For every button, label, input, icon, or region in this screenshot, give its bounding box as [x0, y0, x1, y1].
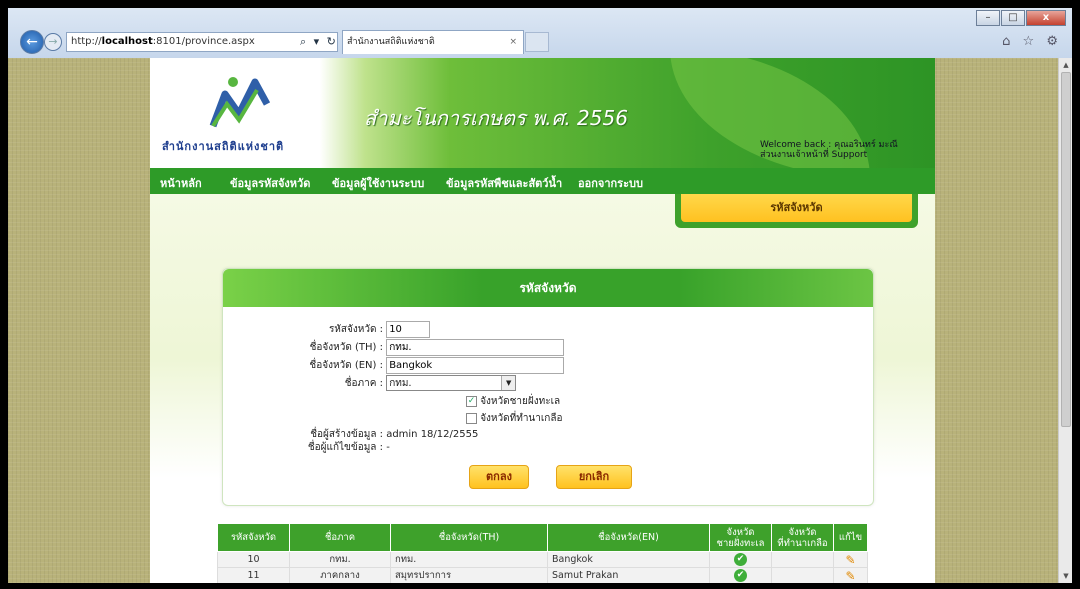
site-title: สำมะโนการเกษตร พ.ศ. 2556	[364, 106, 628, 130]
cancel-button[interactable]: ยกเลิก	[556, 465, 632, 489]
name-en-input[interactable]	[386, 357, 565, 374]
col-name-th: ชื่อจังหวัด(TH)	[390, 523, 548, 552]
forward-arrow-icon[interactable]: →	[44, 33, 62, 51]
table-header-row: รหัสจังหวัด ชื่อภาค ชื่อจังหวัด(TH) ชื่อ…	[217, 523, 868, 552]
coastal-checkbox[interactable]: ✓	[466, 395, 477, 407]
main-menu: หน้าหลัก ข้อมูลรหัสจังหวัด ข้อมูลผู้ใช้ง…	[150, 168, 935, 194]
scroll-up-arrow-icon[interactable]: ▲	[1059, 58, 1072, 72]
maximize-button[interactable]: □	[1001, 10, 1025, 26]
menu-item-logout[interactable]: ออกจากระบบ	[578, 174, 643, 192]
page-viewport: สำนักงานสถิติแห่งชาติ สำมะโนการเกษตร พ.ศ…	[8, 58, 1058, 583]
code-input[interactable]	[386, 321, 431, 338]
name-th-row: ชื่อจังหวัด (TH) :	[263, 339, 565, 356]
table-row[interactable]: 11 ภาคกลาง สมุทรปราการ Samut Prakan ✔ ✎	[217, 567, 868, 583]
vertical-scrollbar[interactable]: ▲ ▼	[1058, 58, 1072, 583]
url-prefix: http://	[71, 36, 102, 47]
cell-code: 11	[217, 567, 290, 583]
browser-window: – □ x ← → http://localhost:8101/province…	[8, 8, 1072, 583]
col-code: รหัสจังหวัด	[217, 523, 290, 552]
cell-salt	[771, 567, 834, 583]
cell-name-en: Bangkok	[547, 551, 710, 568]
col-edit: แก้ไข	[833, 523, 868, 552]
menu-item-home[interactable]: หน้าหลัก	[160, 174, 202, 192]
coastal-row: ✓ จังหวัดชายฝั่งทะเล	[466, 394, 560, 409]
pencil-icon[interactable]: ✎	[845, 569, 855, 583]
cell-coastal: ✔	[709, 551, 772, 568]
pencil-icon[interactable]: ✎	[845, 553, 855, 567]
code-label: รหัสจังหวัด :	[328, 324, 383, 335]
tab-close-icon[interactable]: ×	[509, 31, 517, 53]
browser-tab[interactable]: สำนักงานสถิติแห่งชาติ ×	[342, 30, 524, 54]
home-favorites-settings-icons[interactable]: ⌂ ☆ ⚙	[1002, 34, 1062, 49]
region-label: ชื่อภาค :	[344, 378, 383, 389]
welcome-user: Welcome back : คุณอรินทร์ มะณี	[760, 140, 898, 150]
check-circle-icon: ✔	[734, 569, 747, 582]
menu-item-crops[interactable]: ข้อมูลรหัสพืชและสัตว์น้ำ	[446, 174, 562, 192]
scrollbar-thumb[interactable]	[1061, 72, 1071, 427]
section-tab-label: รหัสจังหวัด	[681, 194, 912, 222]
menu-item-province[interactable]: ข้อมูลรหัสจังหวัด	[230, 174, 310, 192]
new-tab-button[interactable]	[525, 32, 549, 52]
close-button[interactable]: x	[1026, 10, 1066, 26]
cell-name-en: Samut Prakan	[547, 567, 710, 583]
col-salt: จังหวัด ที่ทำนาเกลือ	[771, 523, 834, 552]
address-bar[interactable]: http://localhost:8101/province.aspx	[66, 32, 338, 52]
salt-label: จังหวัดที่ทำนาเกลือ	[480, 413, 563, 424]
url-rest: :8101/province.aspx	[152, 36, 255, 47]
ok-button[interactable]: ตกลง	[469, 465, 529, 489]
page-content: สำนักงานสถิติแห่งชาติ สำมะโนการเกษตร พ.ศ…	[150, 58, 935, 583]
province-table: รหัสจังหวัด ชื่อภาค ชื่อจังหวัด(TH) ชื่อ…	[217, 523, 868, 583]
col-name-en: ชื่อจังหวัด(EN)	[547, 523, 710, 552]
created-value: admin 18/12/2555	[386, 429, 479, 440]
region-select[interactable]: กทม. ▼	[386, 375, 517, 391]
window-controls: – □ x	[975, 10, 1066, 26]
name-en-row: ชื่อจังหวัด (EN) :	[263, 357, 565, 374]
menu-item-users[interactable]: ข้อมูลผู้ใช้งานระบบ	[332, 174, 424, 192]
name-th-input[interactable]	[386, 339, 565, 356]
edited-row: ชื่อผู้แก้ไขข้อมูล : -	[263, 440, 390, 455]
cell-region: กทม.	[289, 551, 391, 568]
province-form-panel: รหัสจังหวัด รหัสจังหวัด : ชื่อจังหวัด (T…	[222, 268, 874, 506]
cell-code: 10	[217, 551, 290, 568]
salt-row: จังหวัดที่ทำนาเกลือ	[466, 411, 563, 426]
col-coastal: จังหวัด ชายฝั่งทะเล	[709, 523, 772, 552]
coastal-label: จังหวัดชายฝั่งทะเล	[480, 396, 561, 407]
chevron-down-icon: ▼	[501, 376, 516, 390]
welcome-message: Welcome back : คุณอรินทร์ มะณี ส่วนงานเจ…	[760, 140, 898, 160]
check-circle-icon: ✔	[734, 553, 747, 566]
scroll-down-arrow-icon[interactable]: ▼	[1059, 569, 1072, 583]
minimize-button[interactable]: –	[976, 10, 1000, 26]
url-host: localhost	[101, 36, 153, 47]
tab-title: สำนักงานสถิติแห่งชาติ	[347, 37, 435, 47]
edited-value: -	[386, 442, 390, 453]
cell-coastal: ✔	[709, 567, 772, 583]
region-value: กทม.	[389, 378, 412, 389]
cell-name-th: สมุทรปราการ	[390, 567, 548, 583]
site-header: สำนักงานสถิติแห่งชาติ สำมะโนการเกษตร พ.ศ…	[150, 58, 935, 186]
form-title: รหัสจังหวัด	[223, 269, 873, 307]
section-tab: รหัสจังหวัด	[675, 194, 918, 228]
cell-name-th: กทม.	[390, 551, 548, 568]
col-region: ชื่อภาค	[289, 523, 391, 552]
cell-edit: ✎	[833, 551, 868, 568]
name-en-label: ชื่อจังหวัด (EN) :	[309, 360, 383, 371]
code-row: รหัสจังหวัด :	[263, 321, 431, 338]
leaf-decoration	[670, 58, 870, 178]
region-row: ชื่อภาค : กทม. ▼	[263, 375, 517, 391]
welcome-department: ส่วนงานเจ้าหน้าที่ Support	[760, 150, 868, 160]
salt-checkbox[interactable]	[466, 412, 477, 424]
name-th-label: ชื่อจังหวัด (TH) :	[309, 342, 383, 353]
nso-logo-icon	[209, 77, 271, 128]
back-arrow-icon[interactable]: ←	[20, 30, 44, 54]
logo-text: สำนักงานสถิติแห่งชาติ	[162, 140, 285, 153]
cell-salt	[771, 551, 834, 568]
edited-label: ชื่อผู้แก้ไขข้อมูล :	[307, 442, 383, 453]
cell-edit: ✎	[833, 567, 868, 583]
table-row[interactable]: 10 กทม. กทม. Bangkok ✔ ✎	[217, 551, 868, 568]
cell-region: ภาคกลาง	[289, 567, 391, 583]
